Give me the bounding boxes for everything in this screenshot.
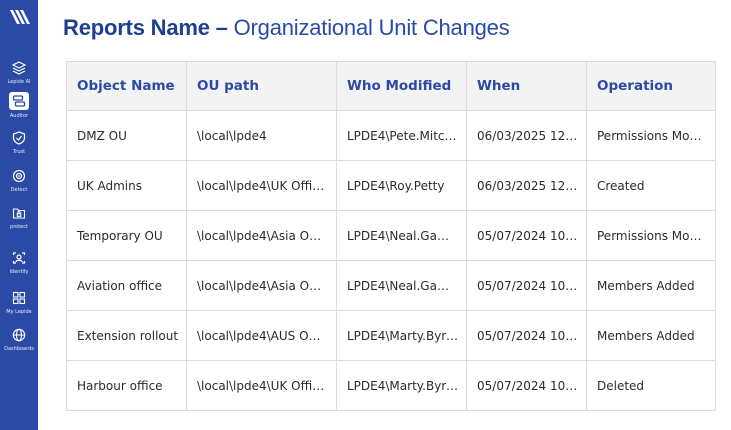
table-row[interactable]: DMZ OU \local\lpde4 LPDE4\Pete.Mitchell … xyxy=(66,110,716,161)
column-header-who-modified[interactable]: Who Modified xyxy=(336,61,467,111)
sidebar-item-label: protect xyxy=(10,224,28,230)
cell-who-modified: LPDE4\Neal.Gamby xyxy=(336,210,467,261)
cell-when: 05/07/2024 10:17 xyxy=(466,260,587,311)
cell-operation: Permissions Modified xyxy=(586,110,716,161)
column-header-ou-path[interactable]: OU path xyxy=(186,61,337,111)
table-header-row: Object Name OU path Who Modified When Op… xyxy=(66,61,716,111)
sidebar-item-label: Dashboards xyxy=(4,346,34,352)
page-title-prefix: Reports Name – xyxy=(63,15,228,40)
sidebar-item-label: Trust xyxy=(12,149,26,155)
cell-operation: Deleted xyxy=(586,360,716,411)
cell-operation: Permissions Modified xyxy=(586,210,716,261)
radar-icon xyxy=(12,169,26,183)
cell-object-name: Temporary OU xyxy=(66,210,187,261)
cell-who-modified: LPDE4\Marty.Byrde xyxy=(336,310,467,361)
report-table: Object Name OU path Who Modified When Op… xyxy=(66,61,716,411)
cell-who-modified: LPDE4\Pete.Mitchell xyxy=(336,110,467,161)
shield-check-icon xyxy=(12,131,26,145)
sidebar-item-dashboards[interactable]: Dashboards xyxy=(0,327,38,352)
folder-lock-icon xyxy=(12,208,26,219)
cell-who-modified: LPDE4\Marty.Byrde xyxy=(336,360,467,411)
sidebar: Lepide AI Auditor Trust Detect protect I… xyxy=(0,0,38,430)
sidebar-item-auditor[interactable]: Auditor xyxy=(0,92,38,119)
cell-operation: Created xyxy=(586,160,716,211)
auditor-icon xyxy=(12,95,26,107)
cell-object-name: UK Admins xyxy=(66,160,187,211)
cell-when: 06/03/2025 12:22 xyxy=(466,110,587,161)
column-header-object-name[interactable]: Object Name xyxy=(66,61,187,111)
cell-ou-path: \local\lpde4\UK Offices xyxy=(186,160,337,211)
column-header-when[interactable]: When xyxy=(466,61,587,111)
sidebar-item-label: Identify xyxy=(9,269,29,275)
globe-icon xyxy=(12,328,26,342)
identify-icon xyxy=(12,252,26,264)
cell-object-name: DMZ OU xyxy=(66,110,187,161)
cell-who-modified: LPDE4\Roy.Petty xyxy=(336,160,467,211)
sidebar-item-label: My Lepide xyxy=(6,309,32,315)
sidebar-item-label: Detect xyxy=(10,187,28,193)
cell-object-name: Aviation office xyxy=(66,260,187,311)
page-title: Reports Name – Organizational Unit Chang… xyxy=(63,15,510,41)
layers-icon xyxy=(12,61,26,75)
cell-ou-path: \local\lpde4\Asia Offices xyxy=(186,210,337,261)
sidebar-item-detect[interactable]: Detect xyxy=(0,168,38,193)
table-row[interactable]: Harbour office \local\lpde4\UK Offices L… xyxy=(66,360,716,411)
cell-operation: Members Added xyxy=(586,310,716,361)
sidebar-item-label: Lepide AI xyxy=(7,79,31,85)
cell-when: 05/07/2024 10:16 xyxy=(466,360,587,411)
sidebar-item-my-lepide[interactable]: My Lepide xyxy=(0,290,38,315)
table-row[interactable]: UK Admins \local\lpde4\UK Offices LPDE4\… xyxy=(66,160,716,211)
cell-object-name: Extension rollout xyxy=(66,310,187,361)
cell-object-name: Harbour office xyxy=(66,360,187,411)
cell-ou-path: \local\lpde4\Asia Offices xyxy=(186,260,337,311)
sidebar-item-lepide-ai[interactable]: Lepide AI xyxy=(0,60,38,85)
sidebar-item-identify[interactable]: Identify xyxy=(0,250,38,275)
sidebar-item-trust[interactable]: Trust xyxy=(0,130,38,155)
cell-when: 05/07/2024 10:16 xyxy=(466,310,587,361)
table-row[interactable]: Aviation office \local\lpde4\Asia Office… xyxy=(66,260,716,311)
cell-who-modified: LPDE4\Neal.Gamby xyxy=(336,260,467,311)
page-title-report-name: Organizational Unit Changes xyxy=(233,15,510,40)
column-header-operation[interactable]: Operation xyxy=(586,61,716,111)
table-row[interactable]: Extension rollout \local\lpde4\AUS Offic… xyxy=(66,310,716,361)
sidebar-item-label: Auditor xyxy=(9,113,29,119)
lepide-logo-icon[interactable] xyxy=(8,6,30,28)
cell-when: 05/07/2024 10:18 xyxy=(466,210,587,261)
cell-ou-path: \local\lpde4\UK Offices xyxy=(186,360,337,411)
sidebar-item-protect[interactable]: protect xyxy=(0,205,38,230)
grid-icon xyxy=(12,291,26,305)
table-row[interactable]: Temporary OU \local\lpde4\Asia Offices L… xyxy=(66,210,716,261)
cell-ou-path: \local\lpde4\AUS Offices xyxy=(186,310,337,361)
cell-when: 06/03/2025 12:20 xyxy=(466,160,587,211)
cell-ou-path: \local\lpde4 xyxy=(186,110,337,161)
cell-operation: Members Added xyxy=(586,260,716,311)
